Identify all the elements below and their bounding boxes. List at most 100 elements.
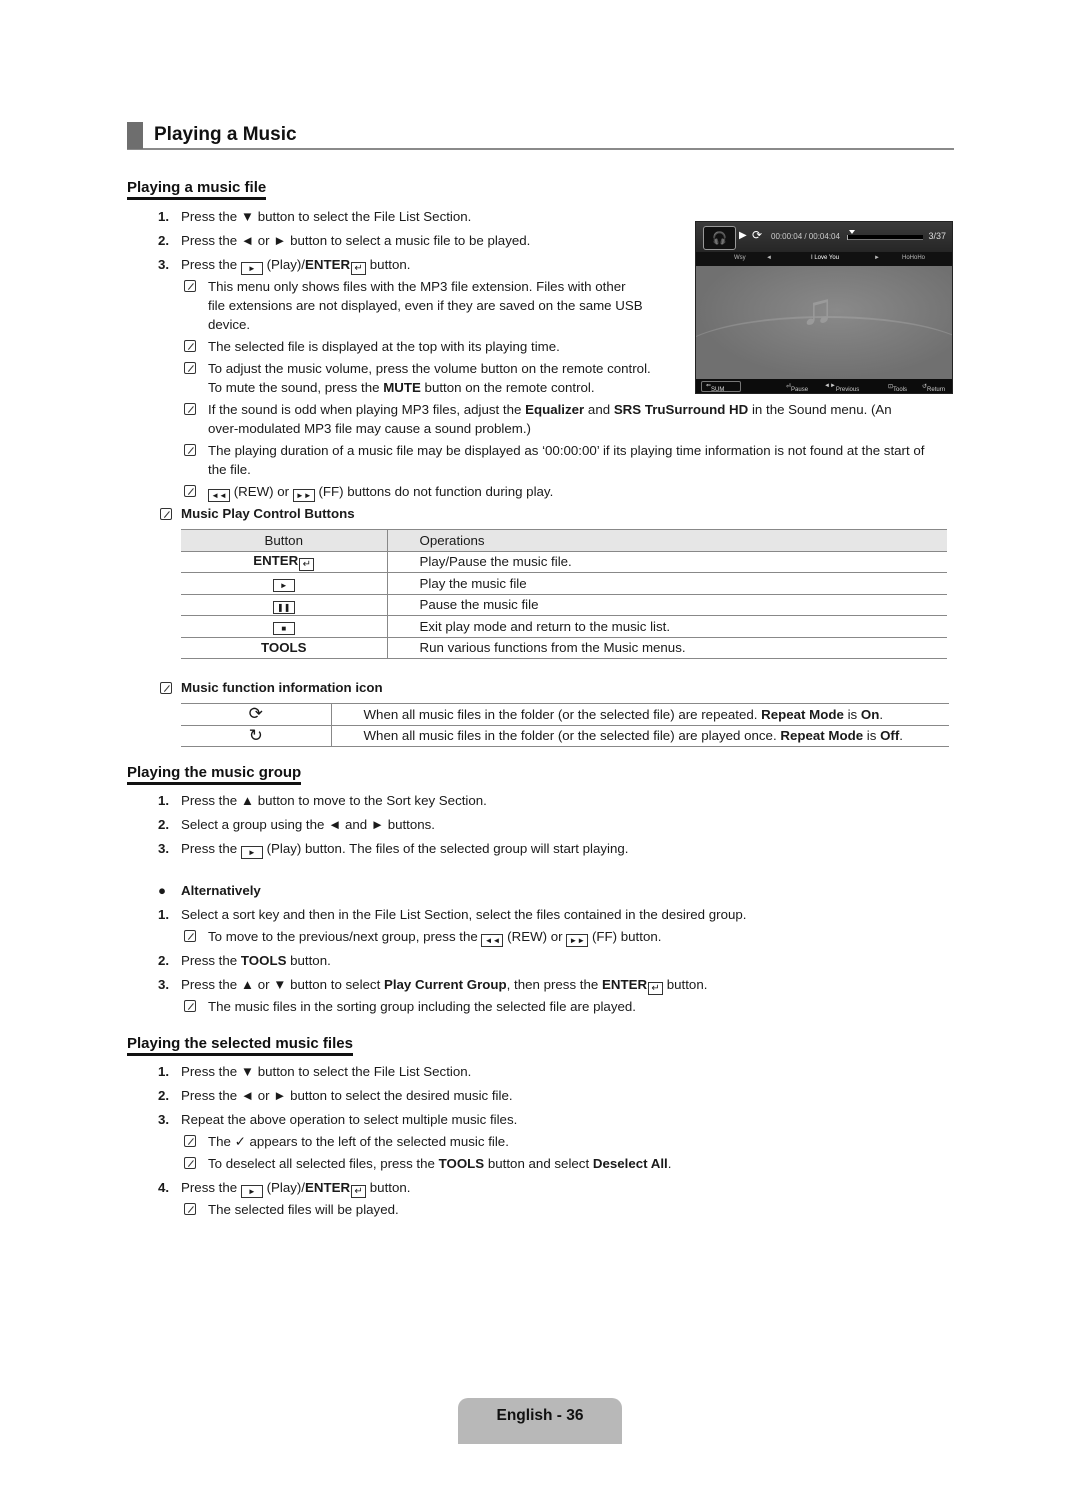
time-readout: 00:00:04 / 00:04:04 (771, 232, 840, 241)
note-duration-line2: the file. (208, 462, 251, 477)
table-row: ► Play the music file (181, 572, 947, 595)
note-duration: The playing duration of a music file may… (184, 443, 924, 459)
note-icon (184, 1157, 196, 1169)
next-track: HoHoHo (902, 255, 926, 261)
player-top-bar: 🎧 ▶ ⟳ 00:00:04 / 00:04:04 3/37 (696, 222, 952, 252)
play-key-icon: ► (240, 846, 263, 859)
return-hint: ↺ Return (922, 384, 946, 393)
control-buttons-table: Button Operations ENTER ↵ Play/Pause the … (181, 529, 947, 659)
alt-step-2: 2. Press the TOOLS button. (158, 953, 331, 968)
prev-next-hint: ◄► Previous / Next (824, 383, 860, 393)
note-icon (184, 362, 196, 374)
note-rew-ff: ◄◄ (REW) or ►► (FF) buttons do not funct… (184, 484, 553, 502)
alternatively-bullet: ● Alternatively (158, 883, 261, 898)
album-art-area: ♫ (696, 266, 952, 379)
note-icon (184, 280, 196, 292)
note-icon (184, 340, 196, 352)
progress-fill (847, 235, 849, 240)
note-icon (184, 930, 196, 942)
note-equalizer: If the sound is odd when playing MP3 fil… (184, 402, 892, 418)
progress-bar (847, 230, 923, 240)
title-bar-decoration (127, 122, 143, 149)
group-step-1: 1. Press the ▲ button to move to the Sort… (158, 793, 487, 808)
progress-marker (849, 230, 855, 234)
prev-arrow-icon: ◄ (766, 255, 772, 261)
table-row: ■ Exit play mode and return to the music… (181, 615, 947, 638)
current-track: I Love You (811, 255, 840, 261)
stop-key-icon: ■ (272, 622, 295, 636)
table-row: ENTER ↵ Play/Pause the music file. (181, 551, 947, 573)
music-player-screenshot: 🎧 ▶ ⟳ 00:00:04 / 00:04:04 3/37 Wsy ◄ I L… (695, 221, 953, 394)
note-icon (184, 485, 196, 497)
ff-key-icon: ►► (566, 934, 589, 947)
player-hint-bar: ⇐ SUM ⏎ Pause ◄► Previous / Next ⊡ Tools… (696, 379, 952, 393)
play-key-icon: ► (240, 262, 263, 275)
table-row: ↻ When all music files in the folder (or… (181, 725, 949, 747)
note-icon (160, 682, 172, 694)
headphones-icon: 🎧 (703, 226, 736, 250)
enter-key-icon: ↵ (299, 557, 315, 571)
bullet-icon: ● (158, 883, 167, 898)
table-row: ⟳ When all music files in the folder (or… (181, 703, 949, 726)
note-mp3-line3: device. (208, 317, 251, 332)
note-icon (184, 1203, 196, 1215)
play-key-icon: ► (240, 1185, 263, 1198)
checkmark-icon: ✓ (234, 1134, 246, 1149)
sel-note-deselect: To deselect all selected files, press th… (184, 1156, 671, 1172)
alt-note-sorting: The music files in the sorting group inc… (184, 999, 636, 1015)
sel-step-2: 2. Press the ◄ or ► button to select the … (158, 1088, 513, 1103)
play-state-icon: ▶ (739, 230, 747, 241)
note-mute: To mute the sound, press the MUTE button… (208, 380, 595, 395)
step-1: 1. Press the ▼ button to select the File … (158, 209, 472, 224)
table-row: TOOLS Run various functions from the Mus… (181, 637, 947, 659)
function-icon-table: ⟳ When all music files in the folder (or… (181, 703, 949, 747)
enter-key-icon: ↵ (351, 1185, 367, 1198)
prev-track: Wsy (734, 255, 746, 261)
page-title: Playing a Music (127, 122, 954, 150)
pause-hint: ⏎ Pause (786, 384, 809, 393)
step-3: 3. Press the ► (Play)/ENTER ↵ button. (158, 257, 411, 275)
play-key-icon: ► (272, 579, 295, 593)
sel-note-played: The selected files will be played. (184, 1202, 399, 1218)
group-step-2: 2. Select a group using the ◄ and ► butto… (158, 817, 436, 832)
repeat-icon: ⟳ (752, 228, 763, 242)
ff-key-icon: ►► (292, 489, 315, 502)
alt-step-1: 1. Select a sort key and then in the File… (158, 907, 747, 922)
note-equalizer-line2: over-modulated MP3 file may cause a soun… (208, 421, 531, 436)
page-number-tab: English - 36 (458, 1398, 622, 1444)
note-icon (184, 1000, 196, 1012)
note-icon (184, 444, 196, 456)
repeat-off-icon: ↻ (181, 725, 332, 747)
rew-key-icon: ◄◄ (481, 934, 504, 947)
note-mp3: This menu only shows files with the MP3 … (184, 279, 626, 295)
sum-button: ⇐ SUM (701, 381, 741, 393)
repeat-on-icon: ⟳ (181, 703, 332, 726)
track-count: 3/37 (928, 231, 946, 241)
note-selected: The selected file is displayed at the to… (184, 339, 560, 355)
enter-key-icon: ↵ (648, 982, 664, 995)
pause-key-icon: ❚❚ (272, 600, 295, 614)
next-arrow-icon: ► (874, 255, 880, 261)
enter-key-icon: ↵ (351, 262, 367, 275)
sel-step-4: 4. Press the ► (Play)/ENTER ↵ button. (158, 1180, 411, 1198)
note-icon (184, 403, 196, 415)
step-2: 2. Press the ◄ or ► button to select a mu… (158, 233, 531, 248)
section-title-selected-files: Playing the selected music files (127, 1035, 353, 1056)
note-icon (160, 508, 172, 520)
alt-note-rew-ff: To move to the previous/next group, pres… (184, 929, 661, 947)
note-volume: To adjust the music volume, press the vo… (184, 361, 651, 377)
sel-step-1: 1. Press the ▼ button to select the File … (158, 1064, 472, 1079)
table-row: ❚❚ Pause the music file (181, 594, 947, 616)
section-title-music-group: Playing the music group (127, 764, 302, 785)
sel-step-3: 3. Repeat the above operation to select m… (158, 1112, 518, 1127)
tools-hint: ⊡ Tools (888, 384, 908, 393)
table-header-row: Button Operations (181, 529, 947, 552)
section-title-music-file: Playing a music file (127, 179, 267, 200)
sel-note-check: The ✓ appears to the left of the selecte… (184, 1134, 509, 1150)
group-step-3: 3. Press the ► (Play) button. The files o… (158, 841, 629, 859)
alt-step-3: 3. Press the ▲ or ▼ button to select Play… (158, 977, 708, 995)
note-icon (184, 1135, 196, 1147)
track-list: Wsy ◄ I Love You ► HoHoHo (696, 252, 952, 266)
music-note-icon: ♫ (801, 285, 834, 334)
rew-key-icon: ◄◄ (208, 489, 230, 502)
